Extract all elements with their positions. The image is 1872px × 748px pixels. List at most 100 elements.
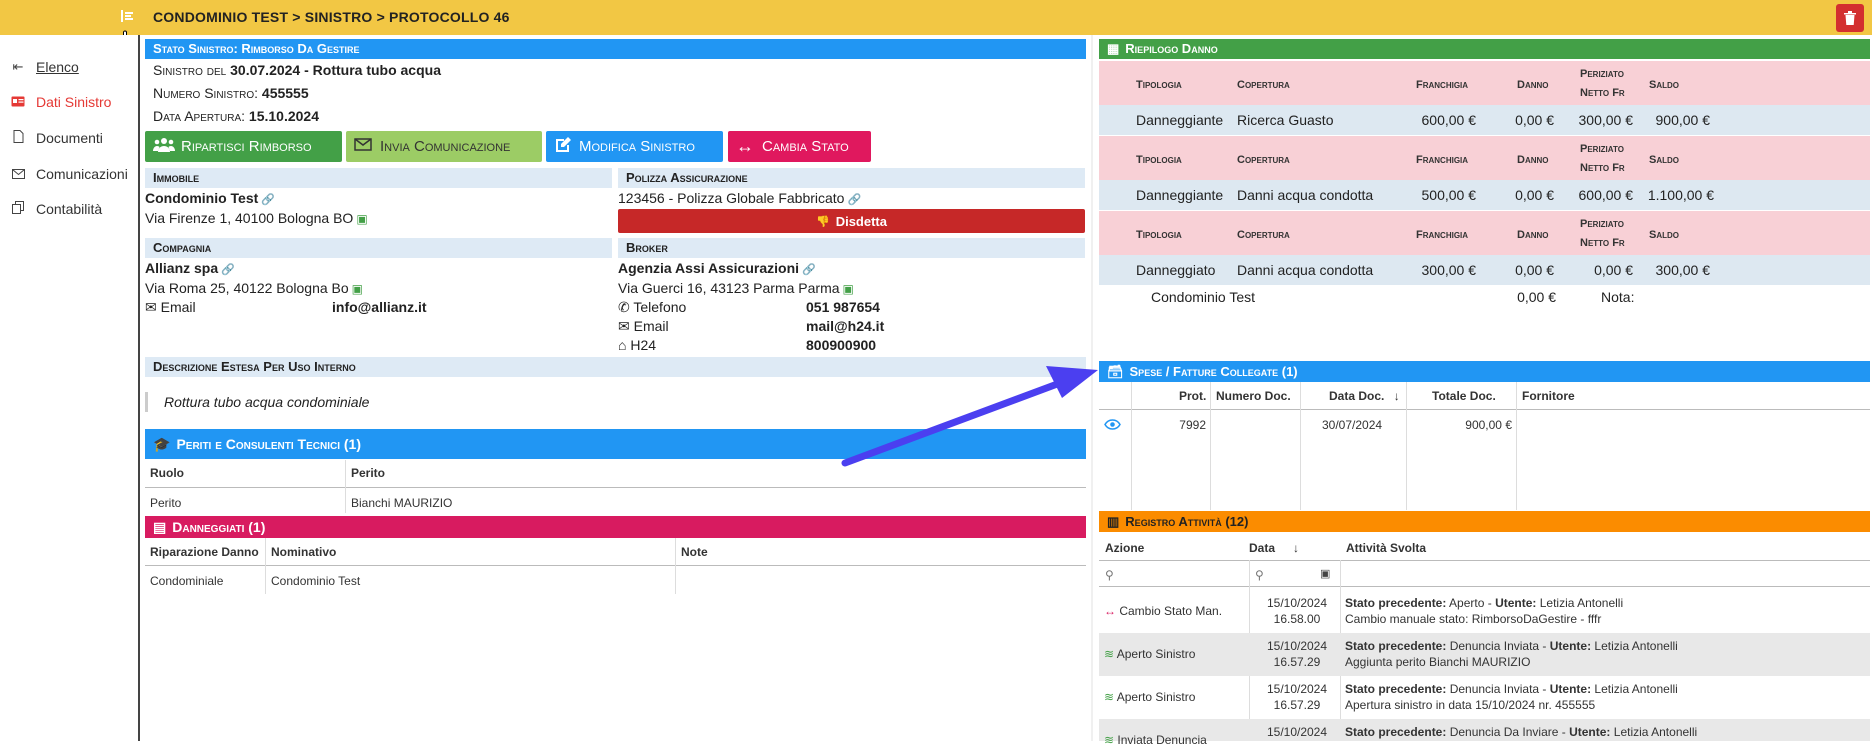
col-tipologia: Tipologia <box>1136 79 1182 91</box>
table-cell: 900,00 € <box>1655 112 1711 128</box>
broker-name: Agenzia Assi Assicurazioni 🔗 <box>618 260 816 276</box>
briefcase-icon: 🗃 <box>1107 364 1124 379</box>
envelope-icon: ✉ <box>145 299 157 315</box>
sort-down-icon: ↓ <box>1293 541 1300 555</box>
delete-button[interactable] <box>1836 4 1864 32</box>
riepilogo-header-row <box>1099 211 1870 255</box>
registro-azione: ≋ Inviata Denuncia <box>1104 733 1207 747</box>
modifica-sinistro-button[interactable]: Modifica Sinistro <box>546 131 723 162</box>
top-bar: CONDOMINIO TEST > SINISTRO > PROTOCOLLO … <box>0 0 1872 35</box>
swap-arrows-icon: ↔ <box>1104 604 1116 618</box>
map-icon[interactable]: ▣ <box>356 212 367 226</box>
search-icon[interactable]: ⚲ <box>1255 568 1264 582</box>
spese-col-fornitore: Fornitore <box>1522 389 1575 403</box>
col-danno: Danno <box>1517 154 1549 166</box>
sidebar-item-contabilita[interactable]: Contabilità <box>0 192 138 226</box>
stato-sinistro-header: Stato Sinistro: Rimborso Da Gestire <box>145 39 1086 59</box>
copy-icon <box>10 201 26 217</box>
table-cell: 300,00 € <box>1578 112 1634 128</box>
envelope-icon: ✉ <box>618 318 630 334</box>
map-icon[interactable]: ▣ <box>352 282 363 296</box>
invia-comunicazione-button[interactable]: Invia Comunicazione <box>346 131 542 162</box>
table-cell: 0,00 € <box>1515 112 1554 128</box>
col-tipologia: Tipologia <box>1136 229 1182 241</box>
periti-col-perito: Perito <box>351 466 386 480</box>
money-icon: ≋ <box>1104 690 1115 704</box>
collapse-sidebar-icon[interactable] <box>118 7 138 27</box>
registro-data: 15/10/2024 16.57.29 <box>1266 682 1328 712</box>
compagnia-email-label: ✉ Email <box>145 299 196 315</box>
sidebar-item-comunicazioni[interactable]: Comunicazioni <box>0 157 138 191</box>
link-icon[interactable]: 🔗 <box>802 264 816 276</box>
phone-icon: ✆ <box>618 299 630 315</box>
col-danno: Danno <box>1517 229 1549 241</box>
col-periziato-sub: Netto Fr <box>1580 162 1625 174</box>
registro-azione: ≋ Aperto Sinistro <box>1104 690 1196 704</box>
table-cell: 1.100,00 € <box>1647 187 1714 203</box>
table-cell: 7992 <box>1179 418 1206 432</box>
map-icon[interactable]: ▣ <box>843 282 854 296</box>
table-cell: 0,00 € <box>1515 187 1554 203</box>
col-franchigia: Franchigia <box>1416 79 1469 91</box>
search-icon[interactable]: ⚲ <box>1105 568 1114 582</box>
calendar-icon[interactable]: ▣ <box>1320 567 1330 580</box>
swap-arrows-icon: ↔ <box>736 136 754 156</box>
col-periziato-sub: Netto Fr <box>1580 87 1625 99</box>
registro-data: 15/10/2024 16.58.00 <box>1266 596 1328 626</box>
table-cell: Danneggiante <box>1136 112 1224 128</box>
envelope-icon <box>354 138 372 155</box>
table-cell: 600,00 € <box>1421 112 1477 128</box>
table-cell: Condominiale <box>150 574 224 588</box>
compagnia-name: Allianz spa 🔗 <box>145 260 235 276</box>
breadcrumb: CONDOMINIO TEST > SINISTRO > PROTOCOLLO … <box>153 9 510 25</box>
registro-col-data[interactable]: Data ↓ <box>1249 541 1299 555</box>
book-icon: ▥ <box>1107 514 1120 529</box>
broker-telefono-value[interactable]: 051 987654 <box>806 299 880 315</box>
ripartisci-rimborso-button[interactable]: Ripartisci Rimborso <box>145 131 342 162</box>
registro-attivita: Stato precedente: Denuncia Da Inviare - … <box>1345 725 1698 739</box>
link-icon[interactable]: 🔗 <box>221 264 235 276</box>
cambia-stato-button[interactable]: ↔ Cambia Stato <box>728 131 871 162</box>
panel-divider[interactable] <box>1091 35 1093 741</box>
spese-header: 🗃 Spese / Fatture Collegate (1) <box>1099 361 1870 382</box>
numero-sinistro-line: Numero Sinistro: 455555 <box>153 85 309 101</box>
riepilogo-footer-value: 0,00 € <box>1517 289 1556 305</box>
spese-col-data[interactable]: Data Doc. ↓ <box>1329 389 1400 403</box>
envelope-icon <box>10 167 26 182</box>
registro-azione: ↔ Cambio Stato Man. <box>1104 604 1223 618</box>
col-franchigia: Franchigia <box>1416 154 1469 166</box>
link-icon[interactable]: 🔗 <box>847 194 861 206</box>
broker-h24-value[interactable]: 800900900 <box>806 337 876 353</box>
danneggiati-col-note: Note <box>681 545 708 559</box>
sidebar-item-documenti[interactable]: Documenti <box>0 121 138 155</box>
registro-attivita: Stato precedente: Aperto - Utente: Letiz… <box>1345 596 1624 626</box>
sidebar-item-elenco[interactable]: ⇤ Elenco <box>0 50 138 84</box>
immobile-address: Via Firenze 1, 40100 Bologna BO ▣ <box>145 210 368 226</box>
riepilogo-header-row <box>1099 136 1870 180</box>
riepilogo-footer-nota: Nota: <box>1601 289 1635 305</box>
document-icon <box>10 130 26 146</box>
table-cell: Bianchi MAURIZIO <box>351 496 453 510</box>
disdetta-button[interactable]: 👎 Disdetta <box>618 209 1085 233</box>
sidebar-item-dati-sinistro[interactable]: Dati Sinistro <box>0 85 138 119</box>
col-saldo: Saldo <box>1649 79 1680 91</box>
compagnia-address: Via Roma 25, 40122 Bologna Bo ▣ <box>145 280 364 296</box>
edit-icon <box>554 136 572 158</box>
link-icon[interactable]: 🔗 <box>261 194 275 206</box>
col-periziato: Periziato <box>1580 143 1624 155</box>
broker-address: Via Guerci 16, 43123 Parma Parma ▣ <box>618 280 854 296</box>
money-icon: ≋ <box>1104 647 1115 661</box>
eye-icon[interactable] <box>1104 417 1121 433</box>
broker-h24-label: ⌂ H24 <box>618 337 657 353</box>
registro-attivita: Stato precedente: Denuncia Inviata - Ute… <box>1345 639 1678 669</box>
col-danno: Danno <box>1517 79 1549 91</box>
graduation-cap-icon: 🎓 <box>153 436 171 452</box>
compagnia-email-value[interactable]: info@allianz.it <box>332 299 427 315</box>
id-card-icon <box>10 95 26 110</box>
broker-telefono-label: ✆ Telefono <box>618 299 687 315</box>
registro-header: ▥ Registro Attività (12) <box>1099 511 1870 532</box>
spese-col-numero: Numero Doc. <box>1216 389 1291 403</box>
broker-email-value[interactable]: mail@h24.it <box>806 318 884 334</box>
table-cell: 30/07/2024 <box>1322 418 1383 432</box>
table-cell: 600,00 € <box>1578 187 1634 203</box>
